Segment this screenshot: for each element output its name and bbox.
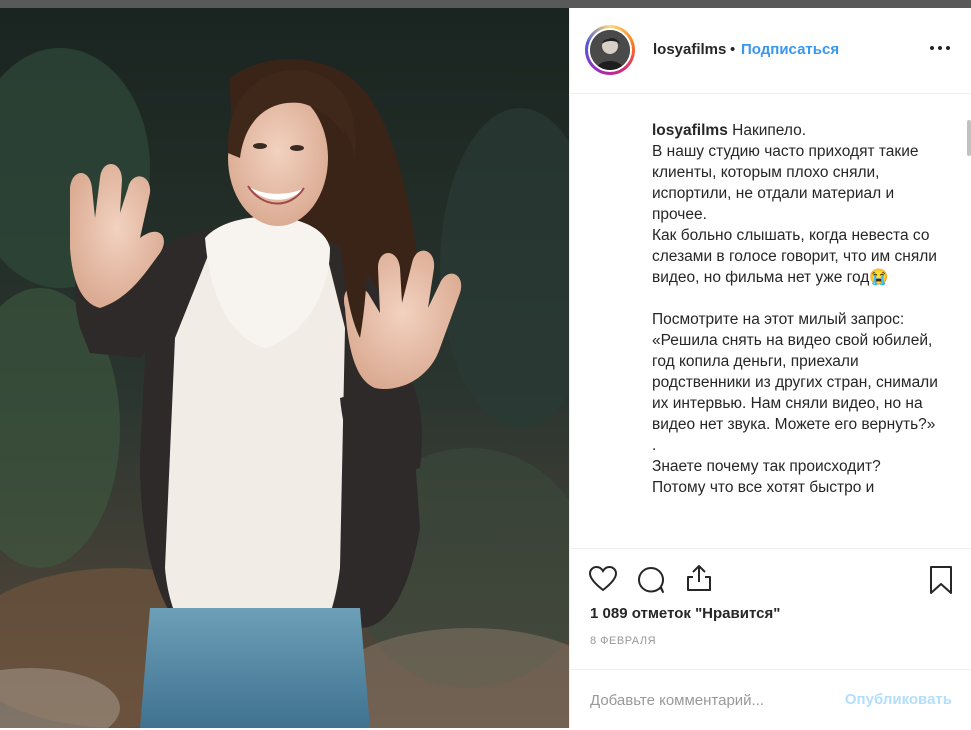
photo-illustration [0,8,569,728]
more-dots-icon[interactable] [928,38,952,58]
avatar-image [590,30,630,70]
caption-scroll-area[interactable]: losyafilms Накипело. В нашу студию часто… [570,94,971,547]
post-caption: losyafilms Накипело. В нашу студию часто… [652,120,942,498]
post-actions: 1 089 отметок "Нравится" 8 ФЕВРАЛЯ Опубл… [570,548,971,729]
browser-top-strip [0,0,971,8]
likes-count[interactable]: 1 089 отметок "Нравится" [590,605,780,622]
bookmark-icon[interactable] [928,565,954,595]
caption-text: Накипело. В нашу студию часто приходят т… [652,122,938,496]
comment-bar: Опубликовать [570,669,971,730]
avatar-frame [588,28,632,72]
post-header: losyafilms • Подписаться [570,8,971,94]
comment-icon[interactable] [636,565,666,595]
publish-button[interactable]: Опубликовать [845,691,952,708]
follow-button[interactable]: Подписаться [741,41,839,58]
post-photo[interactable] [0,8,569,728]
scrollbar[interactable] [966,94,971,547]
avatar[interactable] [585,25,635,75]
share-icon[interactable] [684,563,714,593]
post-side-panel: losyafilms • Подписаться losyafilms Наки… [569,8,971,728]
post-author-username[interactable]: losyafilms [653,41,726,58]
caption-username[interactable]: losyafilms [652,122,728,139]
post-date[interactable]: 8 ФЕВРАЛЯ [590,635,656,647]
scrollbar-thumb[interactable] [967,120,971,156]
heart-icon[interactable] [588,565,618,593]
separator-dot: • [730,41,736,58]
comment-input[interactable] [590,688,830,712]
